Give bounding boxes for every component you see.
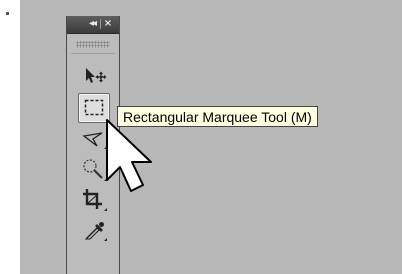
mouse-cursor-icon: [106, 119, 152, 192]
move-icon: [86, 68, 107, 83]
eyedropper-icon: [84, 222, 107, 241]
stray-pixel-mark: [6, 12, 9, 15]
panel-titlebar[interactable]: ◂◂ ×: [67, 16, 119, 34]
eyedropper-tool-button[interactable]: [78, 214, 110, 244]
move-tool-button[interactable]: [78, 60, 110, 90]
grip-divider: [71, 53, 115, 54]
collapse-panel-button[interactable]: ◂◂: [85, 17, 99, 31]
grip-dots-icon[interactable]: [76, 41, 110, 48]
close-panel-button[interactable]: ×: [102, 17, 114, 31]
titlebar-separator: [100, 19, 101, 29]
